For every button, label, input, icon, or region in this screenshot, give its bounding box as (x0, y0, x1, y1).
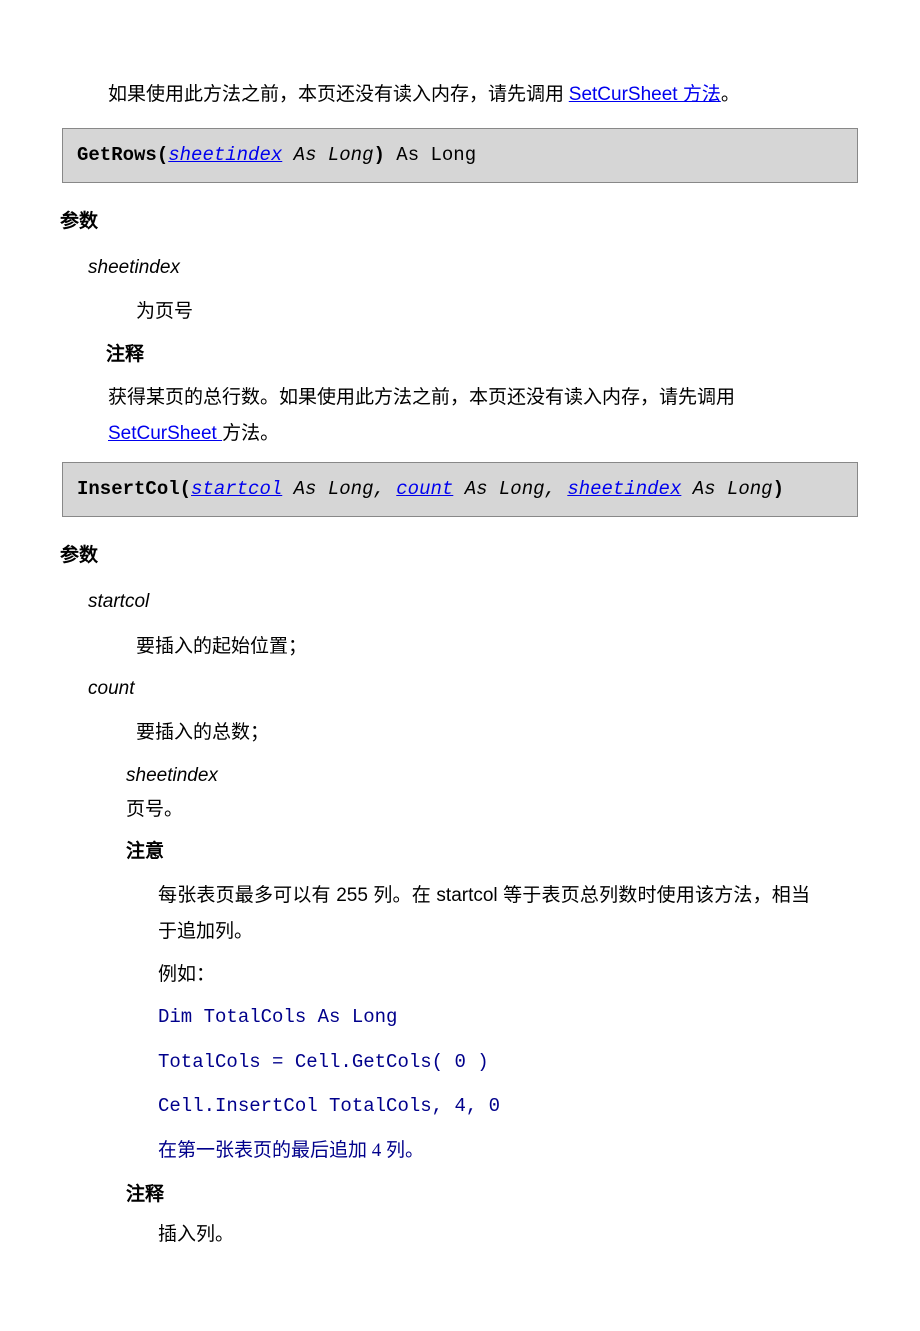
example-line-1: Dim TotalCols As Long (158, 1002, 860, 1032)
paren-open: ( (157, 144, 168, 166)
intro-paragraph: 如果使用此方法之前，本页还没有读入内存，请先调用 SetCurSheet 方法。 (60, 80, 860, 110)
param-count[interactable]: count (396, 478, 453, 500)
example-code: Dim TotalCols As Long TotalCols = Cell.G… (60, 1002, 860, 1121)
type-long: As Long (282, 144, 373, 166)
paren-open: ( (180, 478, 191, 500)
param-block-sheetindex2: sheetindex (60, 761, 860, 791)
params-heading-2: 参数 (60, 541, 860, 571)
paren-close: ) (773, 478, 784, 500)
example-label: 例如： (60, 960, 860, 990)
method-name: GetRows (77, 144, 157, 166)
paren-close: ) (373, 144, 384, 166)
return-type: As Long (385, 144, 476, 166)
method-name: InsertCol (77, 478, 180, 500)
example-line-3: Cell.InsertCol TotalCols, 4, 0 (158, 1091, 860, 1121)
param-desc: 页号。 (60, 795, 860, 825)
param-sheetindex[interactable]: sheetindex (567, 478, 681, 500)
type-1: As Long, (282, 478, 396, 500)
remarks-heading-2: 注释 (60, 1180, 860, 1210)
method-insertcol-signature: InsertCol(startcol As Long, count As Lon… (62, 462, 858, 516)
remark-pre: 获得某页的总行数。如果使用此方法之前，本页还没有读入内存，请先调用 (108, 387, 735, 408)
type-2: As Long, (453, 478, 567, 500)
example-line-2: TotalCols = Cell.GetCols( 0 ) (158, 1047, 860, 1077)
method-getrows-signature: GetRows(sheetindex As Long) As Long (62, 128, 858, 182)
param-desc: 要插入的起始位置； (60, 632, 860, 662)
param-desc: 要插入的总数； (60, 718, 860, 748)
param-name: startcol (88, 587, 860, 617)
param-startcol[interactable]: startcol (191, 478, 282, 500)
param-name: sheetindex (126, 761, 860, 791)
param-name: count (88, 674, 860, 704)
attention-text: 每张表页最多可以有 255 列。在 startcol 等于表页总列数时使用该方法… (60, 878, 860, 950)
m2-remark-text: 插入列。 (60, 1220, 860, 1250)
param-name: sheetindex (88, 253, 860, 283)
remark-post: 方法。 (222, 423, 279, 444)
intro-text: 如果使用此方法之前，本页还没有读入内存，请先调用 (108, 84, 569, 105)
type-3: As Long (681, 478, 772, 500)
params-heading: 参数 (60, 207, 860, 237)
setcursheet-link-2[interactable]: SetCurSheet (108, 423, 222, 444)
setcursheet-link[interactable]: SetCurSheet 方法 (569, 84, 721, 105)
param-sheetindex[interactable]: sheetindex (168, 144, 282, 166)
param-block-count: count (60, 674, 860, 704)
remarks-heading: 注释 (60, 340, 860, 370)
param-block-sheetindex: sheetindex (60, 253, 860, 283)
m1-remark-paragraph: 获得某页的总行数。如果使用此方法之前，本页还没有读入内存，请先调用 SetCur… (60, 380, 860, 452)
example-note: 在第一张表页的最后追加 4 列。 (60, 1136, 860, 1166)
param-block-startcol: startcol (60, 587, 860, 617)
attention-heading: 注意 (60, 837, 860, 867)
intro-tail: 。 (721, 84, 740, 105)
param-desc: 为页号 (60, 297, 860, 327)
